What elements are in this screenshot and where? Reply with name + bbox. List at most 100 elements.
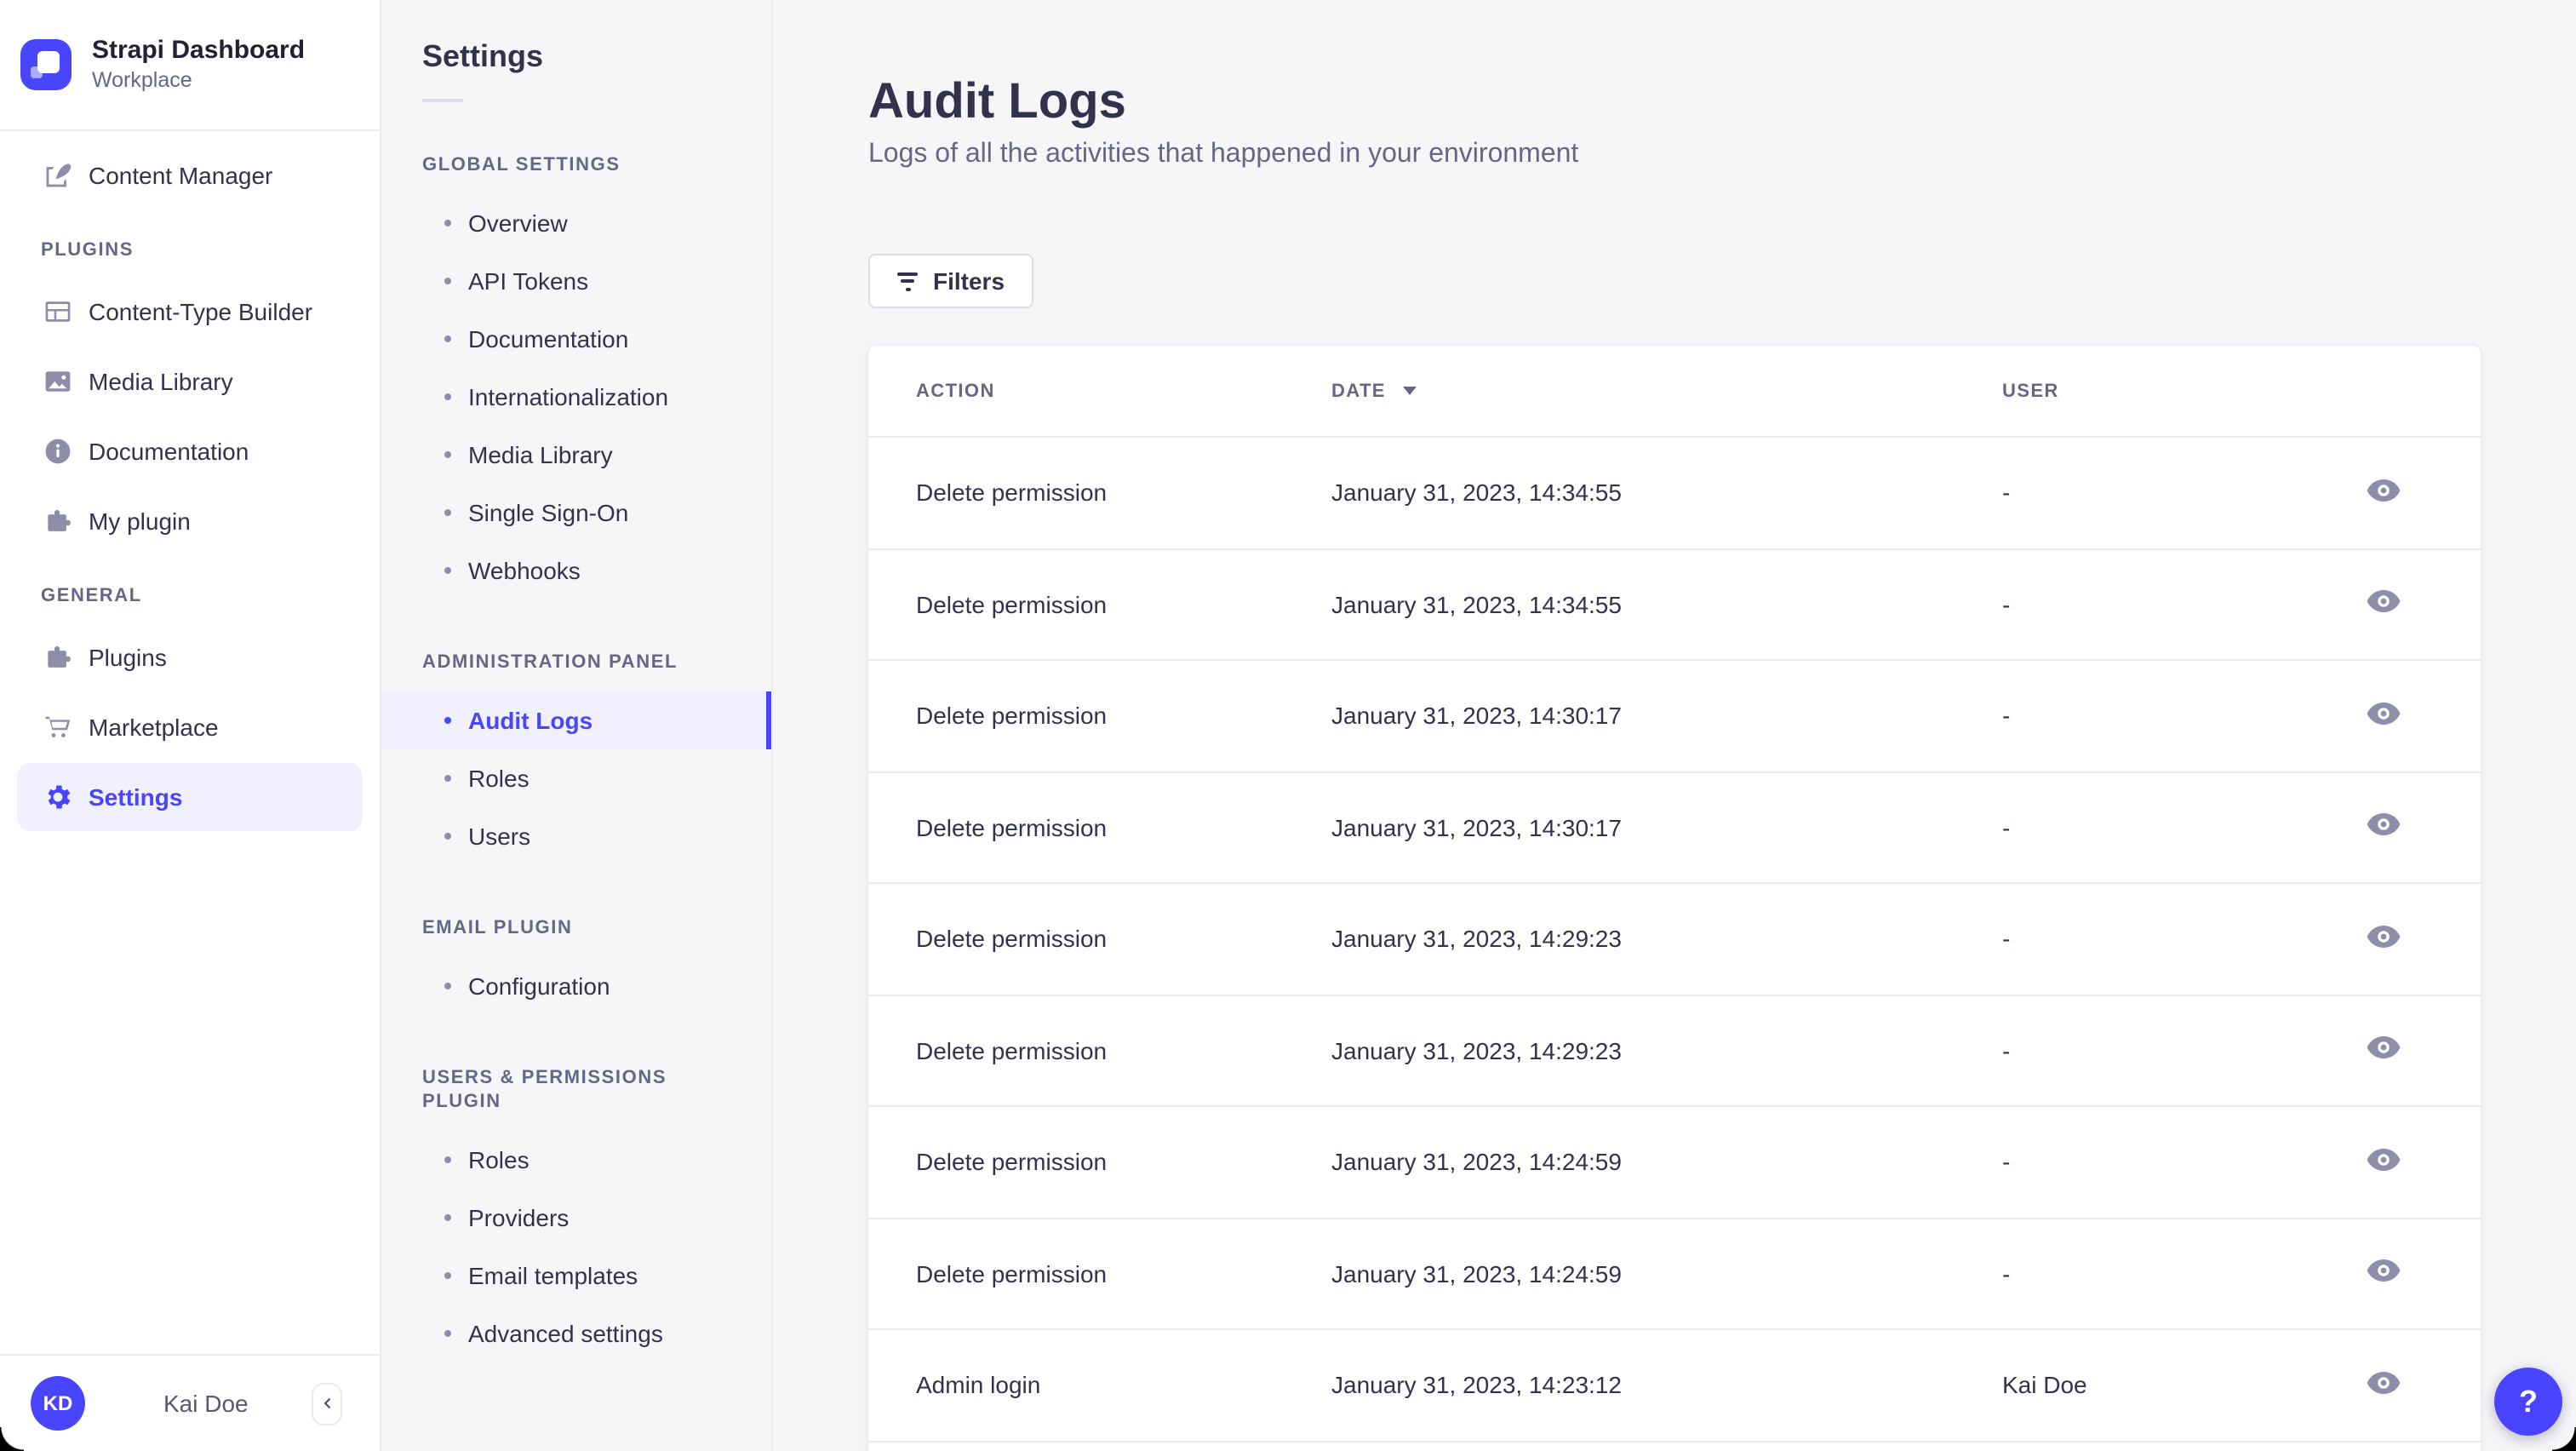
subnav-item-internationalization[interactable]: Internationalization xyxy=(381,368,771,426)
subnav-item-webhooks[interactable]: Webhooks xyxy=(381,542,771,599)
main-sidebar: Strapi Dashboard Workplace Content Manag… xyxy=(0,0,381,1451)
sidebar-item-settings[interactable]: Settings xyxy=(17,763,363,831)
view-log-button[interactable] xyxy=(2356,1135,2411,1190)
subnav-item-up-roles[interactable]: Roles xyxy=(381,1131,771,1189)
eye-icon xyxy=(2367,1259,2401,1288)
cell-date: January 31, 2023, 14:29:23 xyxy=(1331,1036,1622,1064)
subnav-item-single-sign-on[interactable]: Single Sign-On xyxy=(381,484,771,542)
cell-action: Delete permission xyxy=(916,1148,1108,1176)
table-row: Delete permission January 31, 2023, 14:3… xyxy=(868,661,2481,772)
cell-date: January 31, 2023, 14:24:59 xyxy=(1331,1148,1622,1176)
bullet-icon xyxy=(444,1156,451,1163)
table-row: Delete permission January 31, 2023, 14:2… xyxy=(868,995,2481,1107)
cell-user: - xyxy=(2002,479,2011,507)
subnav-section-users-permissions-plugin: USERS & PERMISSIONS PLUGIN xyxy=(422,1068,667,1112)
subnav-item-providers[interactable]: Providers xyxy=(381,1189,771,1247)
view-log-button[interactable] xyxy=(2356,800,2411,855)
view-log-button[interactable] xyxy=(2356,912,2411,966)
column-header-action[interactable]: ACTION xyxy=(916,381,1331,401)
eye-icon xyxy=(2367,590,2401,619)
table-header-row: ACTION DATE USER xyxy=(868,346,2481,438)
cell-user: - xyxy=(2002,813,2011,841)
workspace-title: Strapi Dashboard xyxy=(92,36,306,65)
eye-icon xyxy=(2367,925,2401,954)
cell-date: January 31, 2023, 14:34:55 xyxy=(1331,479,1622,507)
view-log-button[interactable] xyxy=(2356,689,2411,743)
info-icon xyxy=(41,434,75,468)
sidebar-item-content-manager[interactable]: Content Manager xyxy=(17,141,363,209)
filters-button[interactable]: Filters xyxy=(868,254,1034,308)
column-header-date[interactable]: DATE xyxy=(1331,381,2002,401)
column-header-user[interactable]: USER xyxy=(2002,381,2334,401)
cart-icon xyxy=(41,710,75,744)
view-log-button[interactable] xyxy=(2356,1358,2411,1413)
subnav-section-global-settings: GLOBAL SETTINGS xyxy=(422,155,621,175)
view-log-button[interactable] xyxy=(2356,1247,2411,1301)
sidebar-item-marketplace[interactable]: Marketplace xyxy=(17,693,363,761)
eye-icon xyxy=(2367,813,2401,842)
sidebar-item-label: Content Manager xyxy=(89,162,273,189)
eye-icon xyxy=(2367,1148,2401,1177)
sidebar-section-general: GENERAL xyxy=(41,586,142,606)
page-subtitle: Logs of all the activities that happened… xyxy=(868,140,1579,169)
sidebar-collapse-button[interactable] xyxy=(312,1382,342,1425)
help-button[interactable]: ? xyxy=(2494,1368,2562,1436)
sidebar-item-label: Marketplace xyxy=(89,714,219,741)
cell-action: Delete permission xyxy=(916,590,1108,618)
sidebar-item-documentation[interactable]: Documentation xyxy=(17,417,363,485)
image-icon xyxy=(41,364,75,399)
user-avatar: KD xyxy=(31,1376,85,1431)
sidebar-footer: KD Kai Doe xyxy=(0,1354,380,1451)
bullet-icon xyxy=(444,983,451,989)
bullet-icon xyxy=(444,451,451,458)
sidebar-item-label: Plugins xyxy=(89,644,167,671)
gear-icon xyxy=(41,780,75,814)
sidebar-item-media-library[interactable]: Media Library xyxy=(17,347,363,416)
subnav-divider xyxy=(422,99,463,102)
settings-subnav: Settings GLOBAL SETTINGS Overview API To… xyxy=(381,0,773,1451)
cell-user: - xyxy=(2002,925,2011,953)
subnav-item-email-templates[interactable]: Email templates xyxy=(381,1247,771,1305)
subnav-item-advanced-settings[interactable]: Advanced settings xyxy=(381,1305,771,1362)
subnav-item-api-tokens[interactable]: API Tokens xyxy=(381,252,771,310)
subnav-item-admin-users[interactable]: Users xyxy=(381,807,771,865)
sidebar-item-label: Content-Type Builder xyxy=(89,298,313,325)
subnav-section-administration-panel: ADMINISTRATION PANEL xyxy=(422,652,678,673)
view-log-button[interactable] xyxy=(2356,1024,2411,1078)
subnav-item-admin-roles[interactable]: Roles xyxy=(381,749,771,807)
cell-user: - xyxy=(2002,590,2011,618)
table-row: Delete permission January 31, 2023, 14:2… xyxy=(868,884,2481,995)
sidebar-section-plugins: PLUGINS xyxy=(41,240,134,261)
user-name: Kai Doe xyxy=(163,1390,249,1417)
table-row: Delete permission January 31, 2023, 14:2… xyxy=(868,1107,2481,1219)
subnav-item-configuration[interactable]: Configuration xyxy=(381,957,771,1015)
subnav-item-documentation[interactable]: Documentation xyxy=(381,310,771,368)
sort-desc-icon xyxy=(1402,387,1417,395)
sidebar-nav: Content Manager PLUGINS Content-Type Bui… xyxy=(0,131,380,833)
subnav-item-media-library[interactable]: Media Library xyxy=(381,426,771,484)
bullet-icon xyxy=(444,220,451,227)
sidebar-item-my-plugin[interactable]: My plugin xyxy=(17,487,363,555)
subnav-item-audit-logs[interactable]: Audit Logs xyxy=(381,691,771,749)
view-log-button[interactable] xyxy=(2356,466,2411,520)
table-row: Delete permission January 31, 2023, 14:3… xyxy=(868,549,2481,661)
puzzle-icon xyxy=(41,640,75,674)
cell-date: January 31, 2023, 14:30:17 xyxy=(1331,702,1622,730)
main-content: Audit Logs Logs of all the activities th… xyxy=(773,0,2576,1451)
cell-action: Delete permission xyxy=(916,813,1108,841)
eye-icon xyxy=(2367,1371,2401,1400)
bullet-icon xyxy=(444,393,451,400)
sidebar-item-label: My plugin xyxy=(89,508,191,535)
sidebar-item-content-type-builder[interactable]: Content-Type Builder xyxy=(17,278,363,346)
audit-logs-table: ACTION DATE USER Delete permission Janua… xyxy=(868,346,2481,1451)
chevron-left-icon xyxy=(318,1391,335,1416)
view-log-button[interactable] xyxy=(2356,577,2411,632)
workspace-brand: Strapi Dashboard Workplace xyxy=(0,0,380,131)
sidebar-item-plugins[interactable]: Plugins xyxy=(17,623,363,691)
bullet-icon xyxy=(444,775,451,782)
sidebar-item-label: Documentation xyxy=(89,438,249,465)
bullet-icon xyxy=(444,509,451,516)
subnav-item-overview[interactable]: Overview xyxy=(381,194,771,252)
filter-icon xyxy=(897,272,918,290)
bullet-icon xyxy=(444,336,451,342)
